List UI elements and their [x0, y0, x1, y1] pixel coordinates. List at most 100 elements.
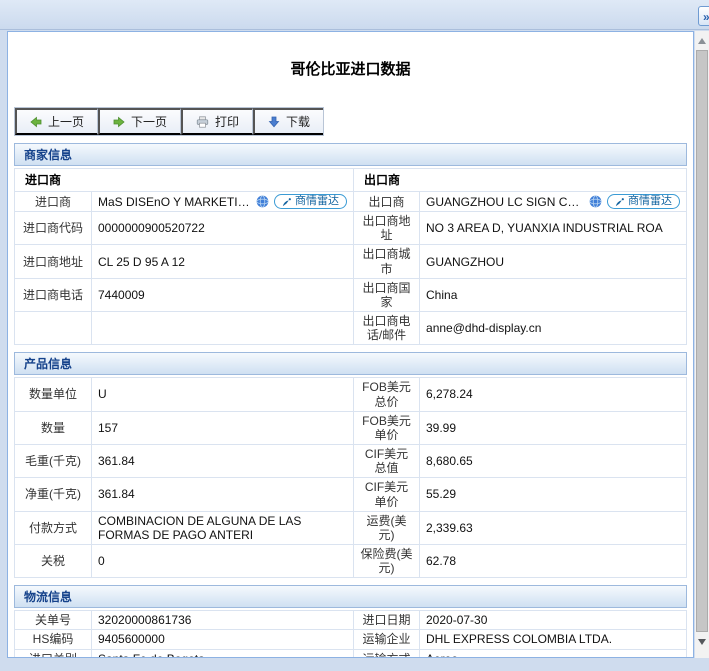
- table-row: 数量单位 U FOB美元总价 6,278.24: [14, 377, 687, 412]
- product-table: 数量单位 U FOB美元总价 6,278.24 数量 157 FOB美元单价 3…: [14, 377, 687, 579]
- field-label: 运费(美元): [353, 510, 420, 545]
- field-label: CIF美元单价: [353, 477, 420, 512]
- table-row: 进口商电话 7440009 出口商国家 China: [14, 277, 687, 313]
- table-row: 付款方式 COMBINACION DE ALGUNA DE LAS FORMAS…: [14, 510, 687, 545]
- business-radar-badge[interactable]: 商情雷达: [607, 194, 680, 210]
- field-label: 进口商电话: [14, 277, 92, 313]
- exporter-name-label: 出口商: [353, 191, 421, 213]
- business-radar-badge[interactable]: 商情雷达: [274, 194, 348, 210]
- field-value: 361.84: [91, 477, 354, 512]
- toolbar: 上一页 下一页 打印 下载: [14, 107, 325, 136]
- field-value: 6,278.24: [419, 377, 687, 412]
- field-label: 数量单位: [14, 377, 92, 412]
- table-row: 进口商地址 CL 25 D 95 A 12 出口商城市 GUANGZHOU: [14, 244, 687, 279]
- green-left-arrow-icon: [30, 116, 42, 127]
- field-label: 毛重(千克): [14, 444, 92, 479]
- merchant-subheader-row: 进口商 出口商: [13, 167, 687, 193]
- field-label: 关税: [14, 543, 92, 579]
- field-value: Santa Fe de Bogota: [91, 648, 354, 657]
- field-value: 39.99: [419, 410, 687, 446]
- field-label: 净重(千克): [14, 477, 92, 512]
- prev-page-button[interactable]: 上一页: [15, 108, 99, 135]
- exporter-column-header: 出口商: [353, 167, 687, 193]
- table-row: 关单号 32020000861736 进口日期 2020-07-30: [14, 610, 687, 631]
- field-label: 保险费(美元): [353, 543, 420, 579]
- field-value: NO 3 AREA D, YUANXIA INDUSTRIAL ROA: [419, 211, 687, 246]
- field-value: anne@dhd-display.cn: [419, 311, 687, 346]
- content-panel: 哥伦比亚进口数据 上一页 下一页 打印 下载 商家信息 进口商 出口商 进口商 …: [7, 31, 694, 658]
- field-value: 157: [91, 410, 354, 446]
- importer-name: MaS DISEnO Y MARKETING SAS: [98, 194, 252, 209]
- table-row: 进口商代码 0000000900520722 出口商地址 NO 3 AREA D…: [14, 211, 687, 246]
- field-label: HS编码: [14, 629, 92, 650]
- logistics-section: 物流信息 关单号 32020000861736 进口日期 2020-07-30 …: [14, 585, 687, 657]
- printer-icon: [196, 115, 209, 128]
- field-label: 出口商国家: [353, 277, 421, 313]
- green-right-arrow-icon: [113, 116, 125, 127]
- field-value: 62.78: [419, 543, 687, 579]
- radar-icon: [615, 197, 624, 206]
- field-label: 出口商城市: [353, 244, 421, 279]
- field-label: [14, 311, 92, 346]
- scrollbar-thumb[interactable]: [696, 50, 708, 632]
- merchant-section-header: 商家信息: [14, 143, 687, 166]
- field-label: 进口日期: [353, 610, 420, 631]
- field-value: China: [419, 277, 687, 313]
- field-label: FOB美元总价: [353, 377, 420, 412]
- field-label: 进口商地址: [14, 244, 92, 279]
- importer-name-label: 进口商: [14, 191, 92, 213]
- field-value: COMBINACION DE ALGUNA DE LAS FORMAS DE P…: [91, 510, 354, 545]
- field-value: Aereo: [419, 648, 687, 657]
- table-row: 关税 0 保险费(美元) 62.78: [14, 543, 687, 579]
- logistics-table: 关单号 32020000861736 进口日期 2020-07-30 HS编码 …: [14, 610, 687, 657]
- field-label: 付款方式: [14, 510, 92, 545]
- scrollbar-down-arrow-icon[interactable]: [698, 639, 706, 645]
- field-label: 进口关别: [14, 648, 92, 657]
- field-value: GUANGZHOU: [419, 244, 687, 279]
- field-value: 55.29: [419, 477, 687, 512]
- badge-label: 商情雷达: [295, 195, 340, 208]
- logistics-section-header: 物流信息: [14, 585, 687, 609]
- vertical-scrollbar[interactable]: [695, 31, 709, 658]
- field-value: 0000000900520722: [90, 211, 355, 246]
- field-value: DHL EXPRESS COLOMBIA LTDA.: [419, 629, 687, 650]
- badge-label: 商情雷达: [628, 195, 672, 208]
- field-label: 进口商代码: [14, 211, 92, 246]
- radar-icon: [282, 197, 291, 206]
- page-title: 哥伦比亚进口数据: [290, 61, 411, 78]
- field-label: 出口商地址: [353, 211, 421, 246]
- field-value: 2020-07-30: [419, 610, 687, 631]
- table-row: 毛重(千克) 361.84 CIF美元总值 8,680.65: [14, 444, 687, 479]
- window-titlebar: »: [0, 0, 709, 30]
- field-value: 32020000861736: [91, 610, 354, 631]
- table-row: 数量 157 FOB美元单价 39.99: [14, 410, 687, 446]
- field-value: U: [91, 377, 354, 412]
- download-label: 下载: [286, 115, 311, 129]
- field-value: 361.84: [91, 444, 354, 479]
- next-page-button[interactable]: 下一页: [98, 108, 182, 135]
- scrollbar-up-arrow-icon[interactable]: [698, 38, 706, 44]
- product-section-header: 产品信息: [14, 352, 687, 376]
- table-row: 净重(千克) 361.84 CIF美元单价 55.29: [14, 477, 687, 512]
- table-row: 出口商电话/邮件 anne@dhd-display.cn: [14, 311, 687, 346]
- exporter-name: GUANGZHOU LC SIGN CO.,LTD: [426, 194, 584, 209]
- window-collapse-button[interactable]: »: [698, 6, 709, 26]
- download-button[interactable]: 下载: [253, 108, 324, 135]
- field-value: 2,339.63: [419, 510, 687, 545]
- table-row: HS编码 9405600000 运输企业 DHL EXPRESS COLOMBI…: [14, 629, 687, 650]
- blue-download-arrow-icon: [268, 116, 280, 127]
- field-label: 数量: [14, 410, 92, 446]
- field-label: 运输方式: [353, 648, 420, 657]
- field-label: CIF美元总值: [353, 444, 420, 479]
- field-value: [90, 311, 355, 346]
- globe-icon[interactable]: [256, 195, 269, 208]
- field-label: 运输企业: [353, 629, 420, 650]
- globe-icon[interactable]: [589, 195, 602, 208]
- table-row: 进口关别 Santa Fe de Bogota 运输方式 Aereo: [14, 648, 687, 657]
- print-button[interactable]: 打印: [181, 108, 254, 135]
- field-label: FOB美元单价: [353, 410, 420, 446]
- company-name-row: 进口商 MaS DISEnO Y MARKETING SAS 商情雷达 出口商: [14, 191, 687, 213]
- field-value: 0: [91, 543, 354, 579]
- print-label: 打印: [215, 115, 240, 129]
- field-value: CL 25 D 95 A 12: [90, 244, 355, 279]
